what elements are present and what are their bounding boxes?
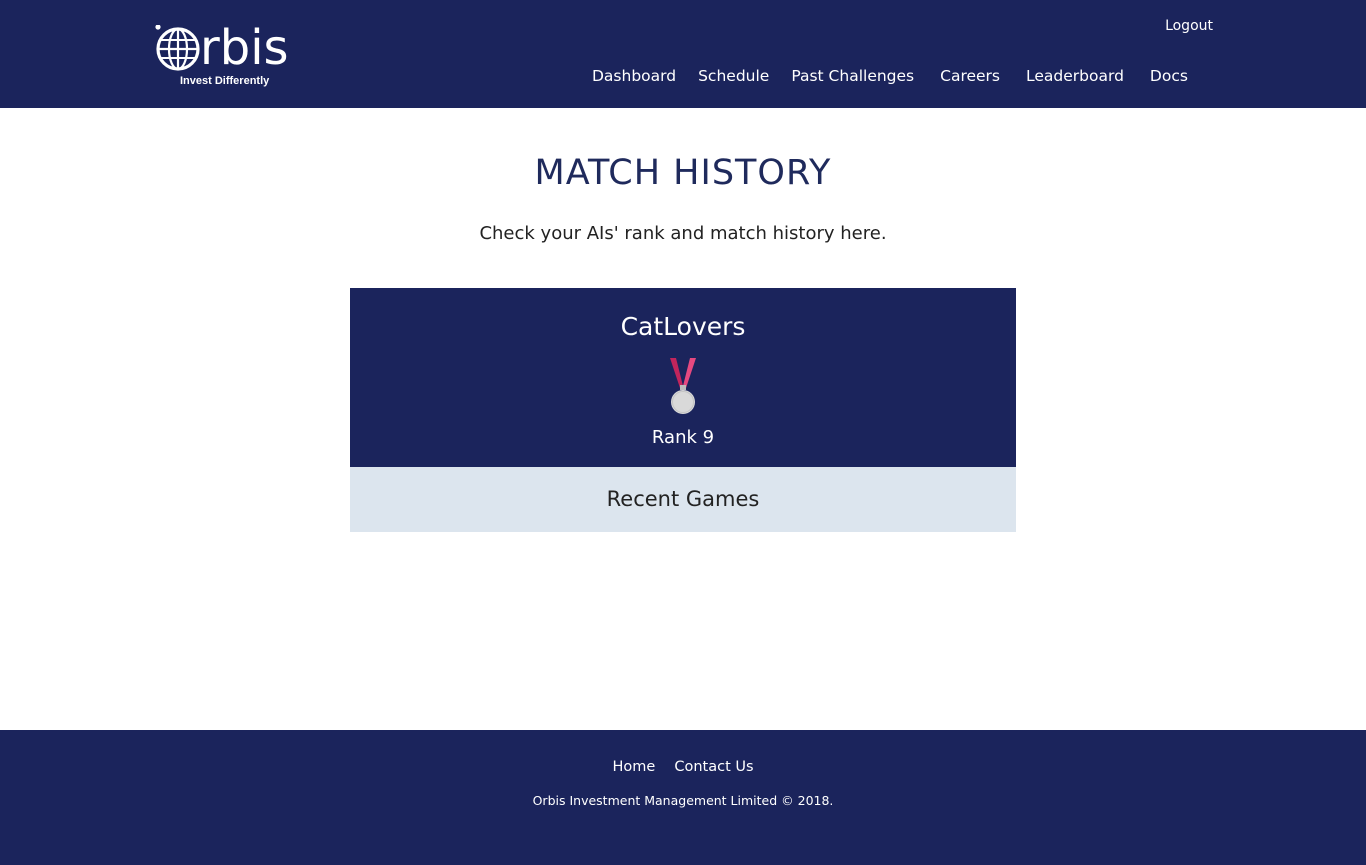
nav-item-schedule[interactable]: Schedule <box>698 67 769 85</box>
nav-item-dashboard[interactable]: Dashboard <box>592 67 676 85</box>
site-footer: Home Contact Us Orbis Investment Managem… <box>0 730 1366 865</box>
medal-icon <box>670 358 696 414</box>
nav-item-docs[interactable]: Docs <box>1150 67 1188 85</box>
nav-item-past-challenges[interactable]: Past Challenges <box>791 67 914 85</box>
logout-link[interactable]: Logout <box>1165 18 1213 34</box>
copyright-text: Orbis Investment Management Limited © 20… <box>532 793 834 808</box>
footer-link-home[interactable]: Home <box>612 759 655 775</box>
orbis-logo[interactable]: rbis Invest Differently <box>150 18 300 92</box>
team-card: CatLovers Rank 9 Recent Games <box>350 288 1016 532</box>
footer-links: Home Contact Us <box>0 756 1366 775</box>
site-header: rbis Invest Differently Logout Dashboard… <box>0 0 1366 108</box>
team-name: CatLovers <box>620 312 746 341</box>
recent-games-header[interactable]: Recent Games <box>350 467 1016 532</box>
footer-link-contact[interactable]: Contact Us <box>674 759 753 775</box>
logo-wordmark: rbis <box>200 20 289 76</box>
nav-item-leaderboard[interactable]: Leaderboard <box>1026 67 1124 85</box>
nav-item-careers[interactable]: Careers <box>940 67 1000 85</box>
main-nav: Dashboard Schedule Past Challenges Caree… <box>592 67 1188 85</box>
rank-label: Rank 9 <box>651 427 715 448</box>
globe-icon <box>155 25 200 71</box>
team-summary: CatLovers Rank 9 <box>350 288 1016 467</box>
page-title: MATCH HISTORY <box>534 153 832 193</box>
page-subtitle: Check your AIs' rank and match history h… <box>479 223 887 244</box>
logo-tagline: Invest Differently <box>180 75 270 87</box>
